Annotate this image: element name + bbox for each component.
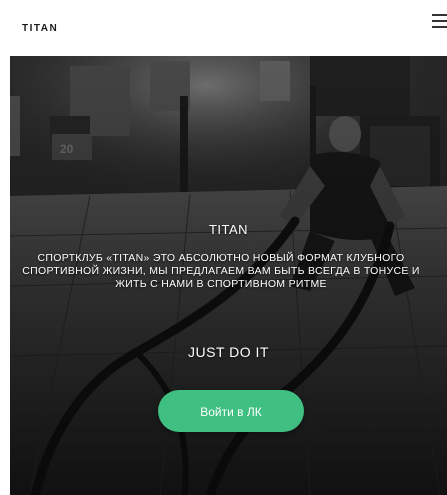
hamburger-menu-icon[interactable] [432,14,447,28]
hero-title: TITAN [208,222,249,237]
page: TITAN TITAN СПОРТКЛУБ «TITAN» ЭТО АБСОЛЮ… [0,0,447,495]
hero-slogan: JUST DO IT [188,344,269,360]
hero-section: 20 [10,56,447,495]
site-logo[interactable]: TITAN [22,23,58,34]
login-button[interactable]: Войти в ЛК [158,390,304,432]
header: TITAN [0,0,447,56]
hero-description: Спортклуб «TITAN» это абсолютно новый фо… [22,252,420,290]
